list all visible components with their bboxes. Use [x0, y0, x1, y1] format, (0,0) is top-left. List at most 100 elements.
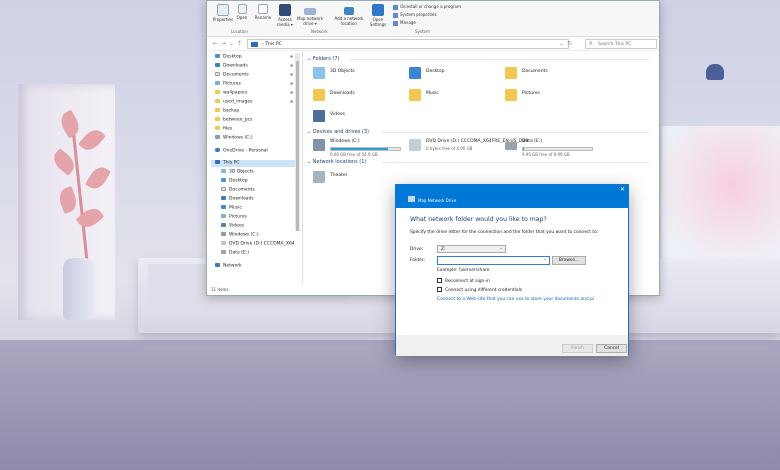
- folder-label: Folder:: [410, 258, 425, 263]
- drive-icon: [505, 142, 517, 150]
- group-network-label: Network: [311, 29, 328, 34]
- network-drive-icon: [408, 196, 415, 202]
- dialog-footer: [396, 335, 628, 356]
- back-arrow-icon[interactable]: ←: [213, 40, 218, 47]
- nav-item-this-pc[interactable]: This PC: [211, 160, 295, 167]
- status-bar: 11 items: [211, 287, 229, 292]
- different-credentials-checkbox[interactable]: Connect using different credentials: [437, 287, 522, 293]
- browse-button[interactable]: Browse...: [552, 256, 586, 265]
- drive-usage-fill: [523, 148, 524, 150]
- chevron-down-icon[interactable]: ⌄: [543, 257, 547, 262]
- nav-item-windows-c[interactable]: Windows (C:): [215, 135, 253, 142]
- finish-button[interactable]: Finish: [562, 344, 593, 353]
- web-storage-link[interactable]: Connect to a Web site that you can use t…: [437, 297, 594, 302]
- pin-icon[interactable]: ✱: [290, 63, 293, 68]
- drive-usage-fill: [331, 148, 389, 150]
- desktop-icon: [409, 67, 421, 79]
- checkbox-box[interactable]: [437, 287, 442, 292]
- network-section-heading[interactable]: ⌄ Network locations (1): [307, 159, 366, 165]
- search-icon: ⚲: [589, 41, 593, 47]
- address-path: › This PC: [262, 42, 282, 47]
- address-field[interactable]: › This PC: [247, 39, 569, 49]
- up-arrow-icon[interactable]: ↑: [237, 40, 242, 47]
- nav-item-music[interactable]: Music: [221, 205, 242, 212]
- nav-item-pc-pictures[interactable]: Pictures: [221, 214, 247, 221]
- cloud-icon: [215, 148, 220, 152]
- nav-item-pc-desktop[interactable]: Desktop: [221, 178, 248, 185]
- refresh-icon[interactable]: ↻: [567, 40, 572, 47]
- rename-button[interactable]: Rename: [253, 4, 273, 20]
- nav-item-desktop[interactable]: Desktop: [215, 54, 242, 61]
- nav-item-pc-windows-c[interactable]: Windows (C:): [221, 232, 259, 239]
- properties-button[interactable]: Properties: [209, 4, 237, 22]
- nav-scrollbar-thumb[interactable]: [296, 61, 299, 231]
- dialog-title-bar[interactable]: ✕ Map Network Drive: [396, 185, 628, 208]
- address-dropdown-icon[interactable]: ⌄: [559, 40, 564, 47]
- add-network-location-button[interactable]: Add a network location: [333, 4, 365, 26]
- download-icon: [215, 63, 220, 67]
- search-input[interactable]: ⚲ Search This PC: [585, 39, 657, 49]
- document-icon: [221, 187, 226, 191]
- reconnect-checkbox[interactable]: Reconnect at sign-in: [437, 278, 490, 284]
- dialog-caption: Map Network Drive: [418, 198, 457, 203]
- nav-item-between-pcs[interactable]: between_pcs: [215, 117, 252, 124]
- open-button[interactable]: Open: [235, 4, 249, 20]
- pin-icon[interactable]: ✱: [290, 72, 293, 77]
- nav-item-3d-objects[interactable]: 3D Objects: [221, 169, 254, 176]
- access-media-button[interactable]: Access media ▾: [275, 4, 295, 27]
- pin-icon[interactable]: ✱: [290, 81, 293, 86]
- drive-icon: [221, 250, 226, 254]
- nav-item-downloads[interactable]: Downloads: [215, 63, 248, 70]
- folder-path-input[interactable]: ⌄: [437, 256, 550, 265]
- recent-chevron-icon[interactable]: ⌄: [229, 40, 234, 47]
- folder-icon: [215, 108, 220, 112]
- drives-section-heading[interactable]: ⌄ Devices and drives (3): [307, 129, 369, 135]
- forward-arrow-icon[interactable]: →: [221, 40, 226, 47]
- system-properties-link[interactable]: System properties: [393, 12, 437, 18]
- manage-icon: [393, 20, 398, 26]
- uninstall-program-link[interactable]: Uninstall or change a program: [393, 4, 461, 10]
- open-settings-button[interactable]: Open Settings: [367, 4, 389, 27]
- nav-item-pictures[interactable]: Pictures: [215, 81, 241, 88]
- map-drive-icon: [304, 8, 316, 15]
- nav-item-wallpapers[interactable]: wallpapers: [215, 90, 247, 97]
- nav-item-used-images[interactable]: used_images: [215, 99, 252, 106]
- pin-icon[interactable]: ✱: [290, 99, 293, 104]
- wallpaper-floor: [0, 340, 780, 470]
- drive-letter-select[interactable]: Z: ⌄: [437, 245, 506, 253]
- nav-item-documents[interactable]: Documents: [215, 72, 249, 79]
- nav-item-pc-downloads[interactable]: Downloads: [221, 196, 254, 203]
- checkbox-box[interactable]: [437, 278, 442, 283]
- cancel-button[interactable]: Cancel: [596, 344, 627, 353]
- dvd-icon: [409, 139, 421, 151]
- this-pc-icon: [251, 42, 258, 47]
- map-network-drive-button[interactable]: Map network drive ▾: [297, 4, 323, 26]
- windows-drive-icon: [313, 139, 325, 151]
- folders-section-heading[interactable]: ⌄ Folders (7): [307, 56, 340, 62]
- nav-item-backup[interactable]: backup: [215, 108, 239, 115]
- download-folder-icon: [313, 89, 325, 101]
- desktop-icon: [215, 54, 220, 58]
- properties-icon: [217, 4, 229, 16]
- folder-icon: [215, 126, 220, 130]
- nav-item-pc-documents[interactable]: Documents: [221, 187, 255, 194]
- manage-link[interactable]: Manage: [393, 20, 416, 26]
- pin-icon[interactable]: ✱: [290, 90, 293, 95]
- dialog-intro: Specify the drive letter for the connect…: [410, 230, 599, 235]
- nav-item-files[interactable]: files: [215, 126, 232, 133]
- group-location-label: Location: [231, 29, 248, 34]
- search-placeholder: Search This PC: [598, 42, 632, 47]
- wallpaper-vase: [63, 258, 95, 320]
- close-icon[interactable]: ✕: [620, 186, 625, 193]
- rename-icon: [258, 4, 268, 14]
- navigation-pane: Desktop Downloads Documents Pictures wal…: [207, 51, 303, 283]
- nav-item-data-e[interactable]: Data (E:): [221, 250, 249, 257]
- nav-item-dvd-drive[interactable]: DVD Drive (D:) CCCOMA_X64: [221, 241, 295, 248]
- video-folder-icon: [313, 110, 325, 122]
- nav-item-network[interactable]: Network: [215, 263, 242, 270]
- picture-folder-icon: [505, 89, 517, 101]
- folder-icon: [215, 90, 220, 94]
- nav-item-onedrive[interactable]: OneDrive - Personal: [215, 148, 268, 155]
- pin-icon[interactable]: ✱: [290, 54, 293, 59]
- nav-item-videos[interactable]: Videos: [221, 223, 244, 230]
